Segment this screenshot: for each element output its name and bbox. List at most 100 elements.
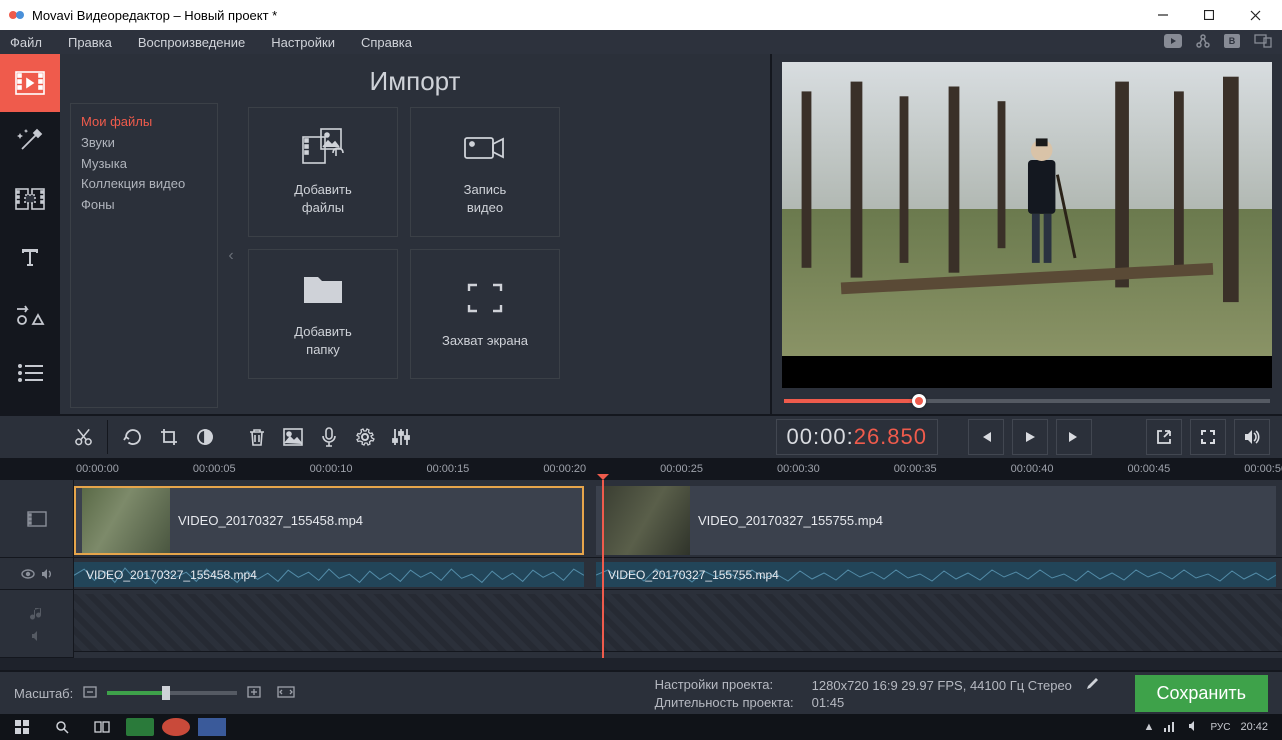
video-clip-2[interactable]: VIDEO_20170327_155755.mp4: [596, 486, 1276, 555]
music-track-header[interactable]: [0, 590, 73, 658]
timeline: VIDEO_20170327_155458.mp4 VIDEO_20170327…: [0, 480, 1282, 658]
clip-name: VIDEO_20170327_155755.mp4: [698, 513, 883, 528]
tile-screen-capture[interactable]: Захват экрана: [410, 249, 560, 379]
color-button[interactable]: [188, 420, 222, 454]
tile-label: Захват экрана: [442, 332, 528, 350]
sidebar: [0, 54, 60, 414]
clip-name: VIDEO_20170327_155458.mp4: [178, 513, 363, 528]
tracks-area[interactable]: VIDEO_20170327_155458.mp4 VIDEO_20170327…: [74, 480, 1282, 658]
popout-button[interactable]: [1146, 419, 1182, 455]
minimize-button[interactable]: [1140, 0, 1186, 30]
mic-button[interactable]: [312, 420, 346, 454]
tool-row: 00:00:26.850: [0, 414, 1282, 458]
audio-track-header[interactable]: [0, 558, 73, 590]
next-button[interactable]: [1056, 419, 1092, 455]
vk-icon[interactable]: B: [1224, 34, 1240, 51]
sidebar-elements[interactable]: [0, 286, 60, 344]
taskview-icon[interactable]: [86, 717, 118, 737]
image-button[interactable]: [276, 420, 310, 454]
menu-playback[interactable]: Воспроизведение: [138, 35, 245, 50]
zoom-label: Масштаб:: [14, 686, 73, 701]
audio-clip-2[interactable]: VIDEO_20170327_155755.mp4: [596, 562, 1276, 587]
tray-network-icon[interactable]: [1164, 720, 1178, 735]
svg-text:B: B: [1229, 36, 1236, 46]
project-settings-value: 1280x720 16:9 29.97 FPS, 44100 Гц Стерео: [812, 678, 1072, 693]
tile-record-video[interactable]: Запись видео: [410, 107, 560, 237]
tile-add-folder[interactable]: Добавить папку: [248, 249, 398, 379]
tray-volume-icon[interactable]: [1188, 720, 1200, 735]
project-settings-label: Настройки проекта:: [655, 677, 794, 692]
window-titlebar: Movavi Видеоредактор – Новый проект *: [0, 0, 1282, 30]
menu-help[interactable]: Справка: [361, 35, 412, 50]
crop-button[interactable]: [152, 420, 186, 454]
close-button[interactable]: [1232, 0, 1278, 30]
tray-up-icon[interactable]: ▲: [1144, 721, 1155, 733]
sidebar-import[interactable]: [0, 54, 60, 112]
taskbar-app[interactable]: [126, 718, 154, 736]
menu-settings[interactable]: Настройки: [271, 35, 335, 50]
video-clip-1[interactable]: VIDEO_20170327_155458.mp4: [74, 486, 584, 555]
preview-screen[interactable]: [782, 62, 1272, 388]
import-cat-sounds[interactable]: Звуки: [81, 133, 207, 154]
window-title: Movavi Видеоредактор – Новый проект *: [32, 8, 1140, 23]
zoom-out-icon[interactable]: [83, 686, 97, 701]
menu-edit[interactable]: Правка: [68, 35, 112, 50]
tile-label: Добавить файлы: [294, 181, 351, 216]
sidebar-titles[interactable]: [0, 228, 60, 286]
zoom-in-icon[interactable]: [247, 686, 261, 701]
music-track-empty[interactable]: [74, 594, 1282, 652]
zoom-slider[interactable]: [107, 691, 237, 695]
timeline-ruler[interactable]: 00:00:0000:00:05 00:00:1000:00:15 00:00:…: [0, 458, 1282, 480]
tray-lang[interactable]: РУС: [1210, 722, 1230, 733]
preview-seekbar[interactable]: [782, 388, 1272, 414]
clip-thumbnail: [602, 486, 690, 555]
delete-button[interactable]: [240, 420, 274, 454]
sidebar-transitions[interactable]: [0, 170, 60, 228]
settings-button[interactable]: [348, 420, 382, 454]
timecode-display[interactable]: 00:00:26.850: [776, 419, 938, 455]
equalizer-button[interactable]: [384, 420, 418, 454]
import-category-list: Мои файлы Звуки Музыка Коллекция видео Ф…: [70, 103, 218, 408]
share-icon[interactable]: [1196, 34, 1210, 51]
timecode-white: 00:00:: [787, 424, 854, 450]
cut-button[interactable]: [74, 420, 108, 454]
timecode-red: 26.850: [854, 424, 927, 450]
play-button[interactable]: [1012, 419, 1048, 455]
import-cat-backgrounds[interactable]: Фоны: [81, 195, 207, 216]
panel-title: Импорт: [60, 66, 770, 97]
collapse-handle[interactable]: ‹: [224, 103, 238, 408]
maximize-button[interactable]: [1186, 0, 1232, 30]
search-icon[interactable]: [46, 717, 78, 737]
tray-clock[interactable]: 20:42: [1240, 721, 1268, 733]
save-button[interactable]: Сохранить: [1135, 675, 1268, 712]
clip-name: VIDEO_20170327_155755.mp4: [602, 568, 779, 582]
clip-name: VIDEO_20170327_155458.mp4: [80, 568, 257, 582]
clip-thumbnail: [82, 488, 170, 553]
start-button[interactable]: [6, 717, 38, 737]
project-duration-value: 01:45: [812, 695, 1099, 710]
sidebar-more[interactable]: [0, 344, 60, 402]
youtube-icon[interactable]: [1164, 34, 1182, 51]
import-cat-music[interactable]: Музыка: [81, 154, 207, 175]
tile-label: Запись видео: [464, 181, 507, 216]
menubar: Файл Правка Воспроизведение Настройки Сп…: [0, 30, 1282, 54]
devices-icon[interactable]: [1254, 34, 1272, 51]
prev-button[interactable]: [968, 419, 1004, 455]
audio-clip-1[interactable]: VIDEO_20170327_155458.mp4: [74, 562, 584, 587]
taskbar-app[interactable]: [198, 718, 226, 736]
zoom-fit-icon[interactable]: [277, 686, 295, 701]
video-track-header[interactable]: [0, 480, 73, 558]
tile-label: Добавить папку: [294, 323, 351, 358]
import-cat-videos[interactable]: Коллекция видео: [81, 174, 207, 195]
taskbar-app[interactable]: [162, 718, 190, 736]
edit-settings-icon[interactable]: [1086, 678, 1099, 693]
tile-add-files[interactable]: Добавить файлы: [248, 107, 398, 237]
statusbar: Масштаб: Настройки проекта: 1280x720 16:…: [0, 670, 1282, 714]
fullscreen-button[interactable]: [1190, 419, 1226, 455]
rotate-button[interactable]: [116, 420, 150, 454]
import-cat-myfiles[interactable]: Мои файлы: [81, 112, 207, 133]
camera-icon: [463, 127, 507, 167]
menu-file[interactable]: Файл: [10, 35, 42, 50]
volume-button[interactable]: [1234, 419, 1270, 455]
sidebar-filters[interactable]: [0, 112, 60, 170]
